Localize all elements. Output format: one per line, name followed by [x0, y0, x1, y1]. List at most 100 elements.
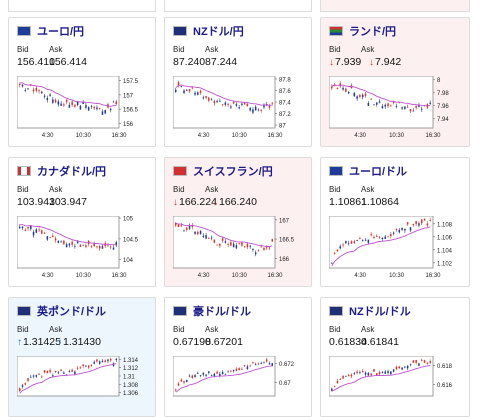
x-tick-label: 10:30 — [232, 133, 248, 139]
candle-body — [205, 235, 207, 239]
y-tick-label: 87.4 — [279, 101, 291, 107]
y-tick-label: 0.618 — [437, 364, 453, 370]
candle-body — [210, 374, 213, 376]
bid-value: 156.410 — [17, 56, 55, 68]
eu-us-flag-icon — [329, 166, 343, 176]
candle-body — [392, 369, 395, 372]
bid-ask-labels: Bid Ask — [173, 325, 218, 334]
candle-body — [378, 372, 381, 375]
card-title[interactable]: 英ポンド/ドル — [17, 304, 106, 318]
candle-body — [230, 242, 232, 246]
candle-body — [98, 246, 101, 249]
candle-body — [268, 247, 271, 249]
candle-body — [401, 227, 403, 230]
candle-body — [191, 375, 194, 378]
candle-body — [32, 231, 35, 236]
candle-body — [202, 235, 205, 238]
currency-card[interactable]: NZドル/ドル Bid Ask 0.61834 0.61841 0.618 0.616 — [320, 297, 470, 417]
candle-body — [426, 223, 429, 226]
card-title[interactable]: ランド/円 — [329, 24, 396, 38]
bid-label: Bid — [173, 45, 185, 54]
candle-body — [60, 103, 62, 106]
currency-card[interactable]: 豪ドル/ドル Bid Ask 0.67198 0.67201 0.672 0.67 — [164, 297, 312, 417]
currency-pair-link[interactable]: ユーロ/円 — [37, 23, 84, 39]
candle-body — [54, 370, 57, 373]
candle-body — [238, 243, 240, 245]
bid-label: Bid — [173, 325, 185, 334]
candle-body — [87, 107, 90, 111]
candle-body — [249, 245, 251, 247]
currency-card[interactable]: カナダドル/円 Bid Ask 103.943 103.947 105 104.5 104 4:… — [8, 157, 156, 287]
bid-ask-values: 103.943 103.947 — [17, 196, 87, 208]
ask-label: Ask — [361, 45, 375, 54]
card-title[interactable]: NZドル/円 — [173, 24, 244, 38]
currency-pair-link[interactable]: NZドル/円 — [193, 23, 244, 39]
candle-body — [390, 371, 392, 375]
bid-label: Bid — [17, 325, 29, 334]
currency-card[interactable]: ユーロ/円 Bid Ask 156.410 156.414 157.5 157 156.5 15… — [8, 17, 156, 147]
currency-pair-link[interactable]: 豪ドル/ドル — [193, 303, 251, 319]
candle-body — [243, 365, 246, 366]
ask-label: Ask — [361, 325, 375, 334]
candle-body — [205, 374, 207, 376]
x-tick-label: 16:30 — [425, 133, 441, 139]
currency-card[interactable]: スイスフラン/円 Bid Ask ↓166.224 ↓166.240 167 166.5 16… — [164, 157, 312, 287]
card-title[interactable]: ユーロ/円 — [17, 24, 84, 38]
bid-ask-values: ↓166.224 ↓166.240 — [173, 196, 257, 208]
y-tick-label: 156 — [123, 122, 134, 128]
currency-card[interactable]: NZドル/円 Bid Ask 87.240 87.244 87.8 87.6 87.4 87.2… — [164, 17, 312, 147]
currency-card[interactable]: ランド/円 Bid Ask ↓7.939 ↓7.942 8 7.98 7.96 7.94 4:30… — [320, 17, 470, 147]
candle-body — [183, 381, 185, 383]
candle-body — [224, 373, 227, 375]
candle-body — [21, 84, 24, 87]
x-tick-label: 10:30 — [232, 273, 248, 279]
bid-label: Bid — [329, 45, 341, 54]
y-tick-label: 1.102 — [437, 261, 453, 267]
price-chart: 0.618 0.616 — [329, 356, 453, 397]
currency-pair-link[interactable]: カナダドル/円 — [37, 163, 106, 179]
bid-label: Bid — [173, 185, 185, 194]
currency-pair-link[interactable]: 英ポンド/ドル — [37, 303, 106, 319]
card-title[interactable]: ユーロ/ドル — [329, 164, 407, 178]
currency-pair-link[interactable]: スイスフラン/円 — [193, 163, 273, 179]
candle-body — [373, 104, 375, 106]
candle-body — [63, 240, 65, 245]
candle-body — [243, 246, 246, 248]
currency-pair-link[interactable]: ランド/円 — [349, 23, 396, 39]
card-title[interactable]: スイスフラン/円 — [173, 164, 273, 178]
candle-body — [331, 262, 333, 264]
card-title[interactable]: 豪ドル/ドル — [173, 304, 251, 318]
arrow-up-icon: ↑ — [17, 337, 22, 348]
card-title[interactable]: NZドル/ドル — [329, 304, 411, 318]
price-chart: 87.8 87.6 87.4 87.2 87 4:30 10:30 16:30 — [173, 76, 291, 139]
candle-body — [265, 359, 268, 362]
bid-value: 0.67198 — [173, 336, 211, 348]
candle-body — [43, 95, 46, 97]
candle-body — [180, 379, 183, 382]
price-chart: 1.314 1.312 1.31 1.308 1.306 — [17, 356, 139, 397]
candle-body — [18, 226, 21, 229]
candle-body — [63, 104, 65, 106]
candle-body — [38, 229, 40, 231]
currency-card[interactable]: 英ポンド/ドル Bid Ask ↑1.31425 ↑1.31430 1.314 1.312 1… — [8, 297, 156, 417]
candle-body — [230, 370, 232, 372]
y-tick-label: 0.67 — [279, 381, 291, 387]
candle-body — [378, 101, 381, 103]
ask-value: ↓7.942 — [369, 56, 402, 68]
candle-body — [68, 243, 71, 246]
candle-body — [333, 385, 336, 387]
ask-value: ↑1.31430 — [57, 336, 101, 348]
card-title[interactable]: カナダドル/円 — [17, 164, 106, 178]
candle-body — [373, 369, 375, 372]
currency-pair-link[interactable]: NZドル/ドル — [349, 303, 411, 319]
y-tick-label: 7.94 — [437, 117, 449, 123]
currency-card[interactable]: ユーロ/ドル Bid Ask 1.10861 1.10864 1.108 1.106 1.10… — [320, 157, 470, 287]
candle-body — [401, 367, 403, 370]
ask-label: Ask — [49, 45, 63, 54]
candle-body — [359, 238, 361, 240]
currency-pair-link[interactable]: ユーロ/ドル — [349, 163, 407, 179]
candle-body — [384, 371, 386, 374]
candle-body — [257, 363, 260, 365]
bid-label: Bid — [329, 185, 341, 194]
candle-body — [213, 239, 216, 243]
